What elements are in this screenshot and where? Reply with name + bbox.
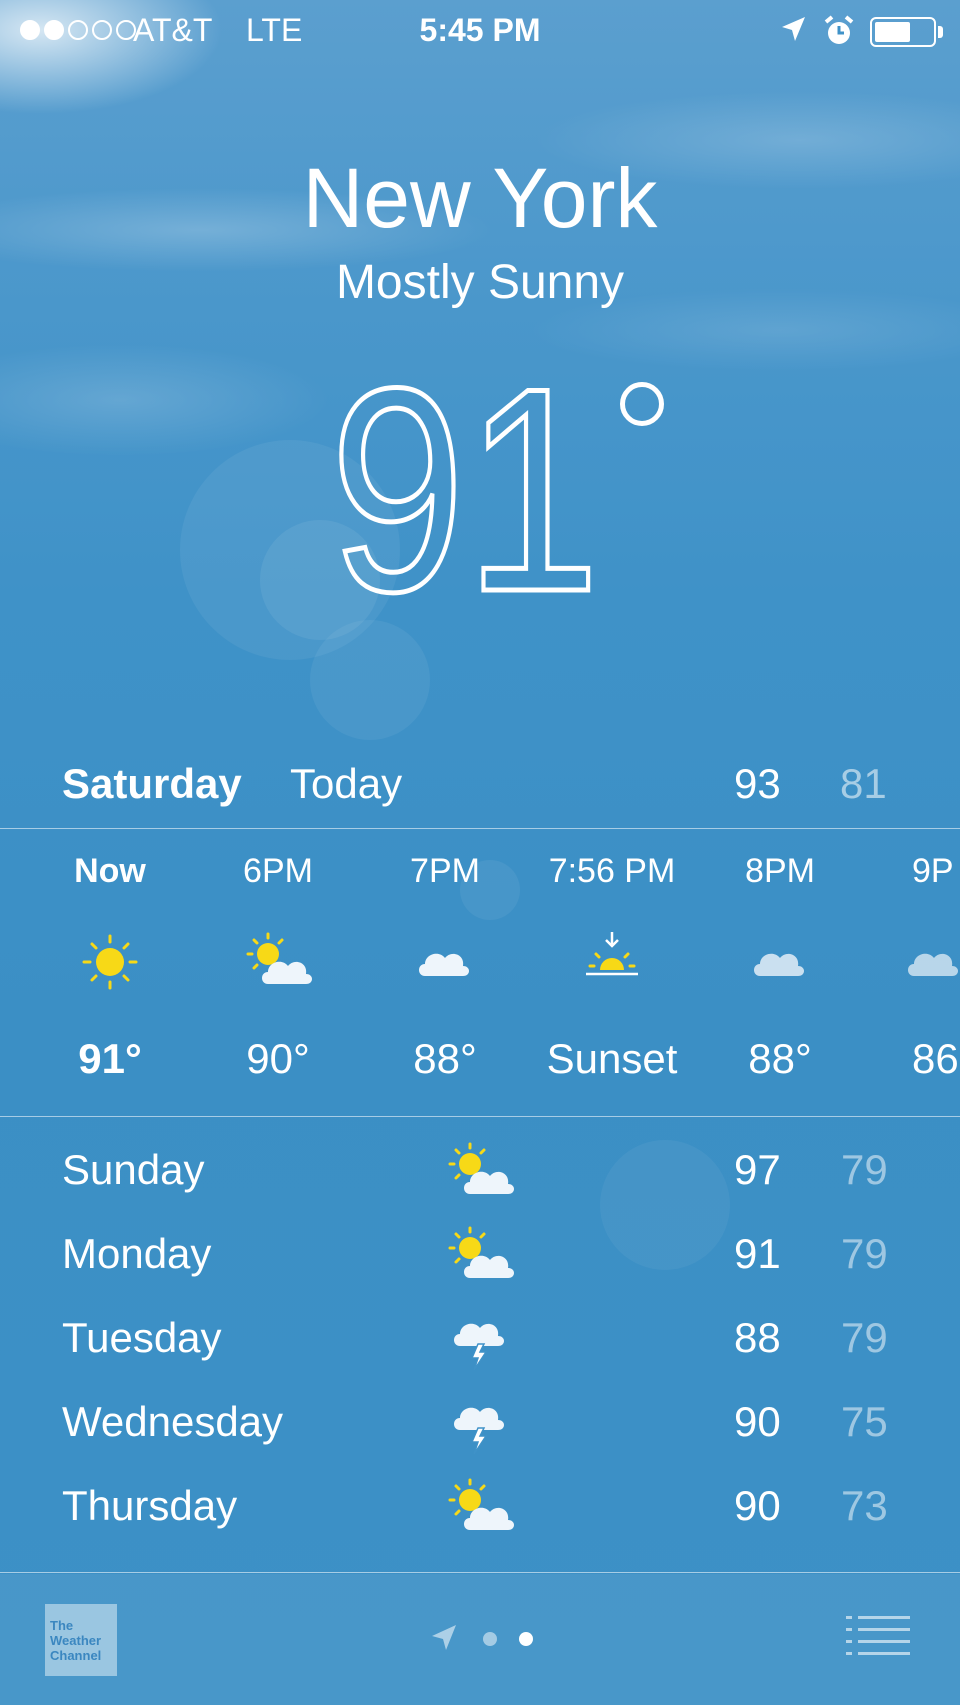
thunderstorm-icon xyxy=(453,1322,505,1371)
hour-temp: Sunset xyxy=(546,1035,678,1082)
daily-row: Monday 91 79 xyxy=(0,1212,960,1296)
day-low: 79 xyxy=(841,1314,888,1361)
alarm-clock-icon xyxy=(824,15,854,44)
daily-forecast-list[interactable]: Sunday 97 79 Monday 91 79 Tuesday 88 79 … xyxy=(0,1128,960,1574)
day-name: Wednesday xyxy=(62,1398,284,1445)
day-high: 90 xyxy=(734,1482,781,1529)
day-high: 91 xyxy=(734,1230,781,1277)
day-high: 97 xyxy=(734,1146,781,1193)
current-temperature: 91 xyxy=(328,326,690,655)
hour-temp: 91° xyxy=(78,1035,142,1082)
today-label: Today xyxy=(290,760,403,807)
sun-icon xyxy=(70,922,150,1002)
day-low: 73 xyxy=(841,1482,888,1529)
location-arrow-icon xyxy=(782,17,805,41)
battery-nub xyxy=(938,26,943,38)
hour-time: 9P xyxy=(912,852,954,890)
cloud-icon xyxy=(405,922,485,1002)
day-low: 75 xyxy=(841,1398,888,1445)
today-high: 93 xyxy=(734,760,781,807)
day-high: 88 xyxy=(734,1314,781,1361)
hour-item: 8PM 88° xyxy=(696,830,864,1115)
today-summary: Saturday Today 93 81 xyxy=(62,760,902,820)
today-low: 81 xyxy=(840,760,887,807)
degree-symbol xyxy=(620,382,664,426)
city-name: New York xyxy=(302,151,658,245)
day-name: Monday xyxy=(62,1230,212,1277)
daily-row-partial xyxy=(0,1548,960,1574)
weather-channel-logo[interactable]: The Weather Channel xyxy=(45,1604,117,1676)
hour-temp: 86 xyxy=(912,1035,959,1082)
lens-flare xyxy=(310,620,430,740)
hour-time: 6PM xyxy=(243,852,313,890)
hour-item: 9P 86 xyxy=(864,830,960,1115)
partly-cloudy-icon xyxy=(448,1478,516,1532)
battery-icon xyxy=(870,17,936,47)
hour-time: 7:56 PM xyxy=(548,852,676,890)
day-name: Tuesday xyxy=(62,1314,222,1361)
logo-line: Channel xyxy=(50,1648,102,1663)
current-condition: Mostly Sunny xyxy=(335,256,625,309)
current-temperature-digits: 91 xyxy=(328,326,603,655)
logo-line: The xyxy=(50,1618,74,1633)
cloud-icon xyxy=(894,922,960,1002)
status-time: 5:45 PM xyxy=(419,12,541,48)
hour-temp: 90° xyxy=(246,1035,310,1082)
partly-cloudy-icon xyxy=(448,1142,516,1196)
partly-cloudy-icon xyxy=(238,922,318,1002)
partly-cloudy-icon xyxy=(448,1226,516,1280)
sunset-icon xyxy=(572,922,652,1002)
page-indicator-dot[interactable] xyxy=(483,1632,497,1646)
status-bar: AT&T LTE 5:45 PM xyxy=(0,0,960,62)
location-arrow-icon[interactable] xyxy=(428,1622,460,1654)
thunderstorm-icon xyxy=(453,1406,505,1455)
day-high: 90 xyxy=(734,1398,781,1445)
list-icon[interactable] xyxy=(846,1614,912,1658)
weather-channel-logo-text: The Weather Channel xyxy=(50,1618,101,1663)
daily-row: Tuesday 88 79 xyxy=(0,1296,960,1380)
temperature-value: 91 xyxy=(330,340,600,610)
battery-level xyxy=(875,22,910,42)
day-low: 79 xyxy=(841,1146,888,1193)
bottom-toolbar: The Weather Channel xyxy=(0,1574,960,1705)
page-indicator-dot-active[interactable] xyxy=(519,1632,533,1646)
hour-temp: 88° xyxy=(413,1035,477,1082)
divider xyxy=(0,1116,960,1117)
today-day-name: Saturday xyxy=(62,760,242,807)
hour-time: 7PM xyxy=(410,852,480,890)
divider xyxy=(0,1572,960,1573)
daily-row: Sunday 97 79 xyxy=(0,1128,960,1212)
hour-time: 8PM xyxy=(745,852,815,890)
hour-item: 7:56 PM Sunset xyxy=(528,830,696,1115)
hour-item: 7PM 88° xyxy=(361,830,529,1115)
day-low: 79 xyxy=(841,1230,888,1277)
hour-item: Now 91° xyxy=(26,830,194,1115)
divider xyxy=(0,828,960,829)
hour-item: 6PM 90° xyxy=(194,830,362,1115)
hour-time: Now xyxy=(74,852,146,890)
hour-temp: 88° xyxy=(748,1035,812,1082)
daily-row: Wednesday 90 75 xyxy=(0,1380,960,1464)
hourly-forecast[interactable]: Now 91° 6PM 90° 7PM 88° 7:56 PM Sunset 8… xyxy=(0,830,960,1115)
daily-row: Thursday 90 73 xyxy=(0,1464,960,1548)
cloud-icon xyxy=(740,922,820,1002)
day-name: Thursday xyxy=(62,1482,238,1529)
day-name: Sunday xyxy=(62,1146,205,1193)
logo-line: Weather xyxy=(50,1633,102,1648)
